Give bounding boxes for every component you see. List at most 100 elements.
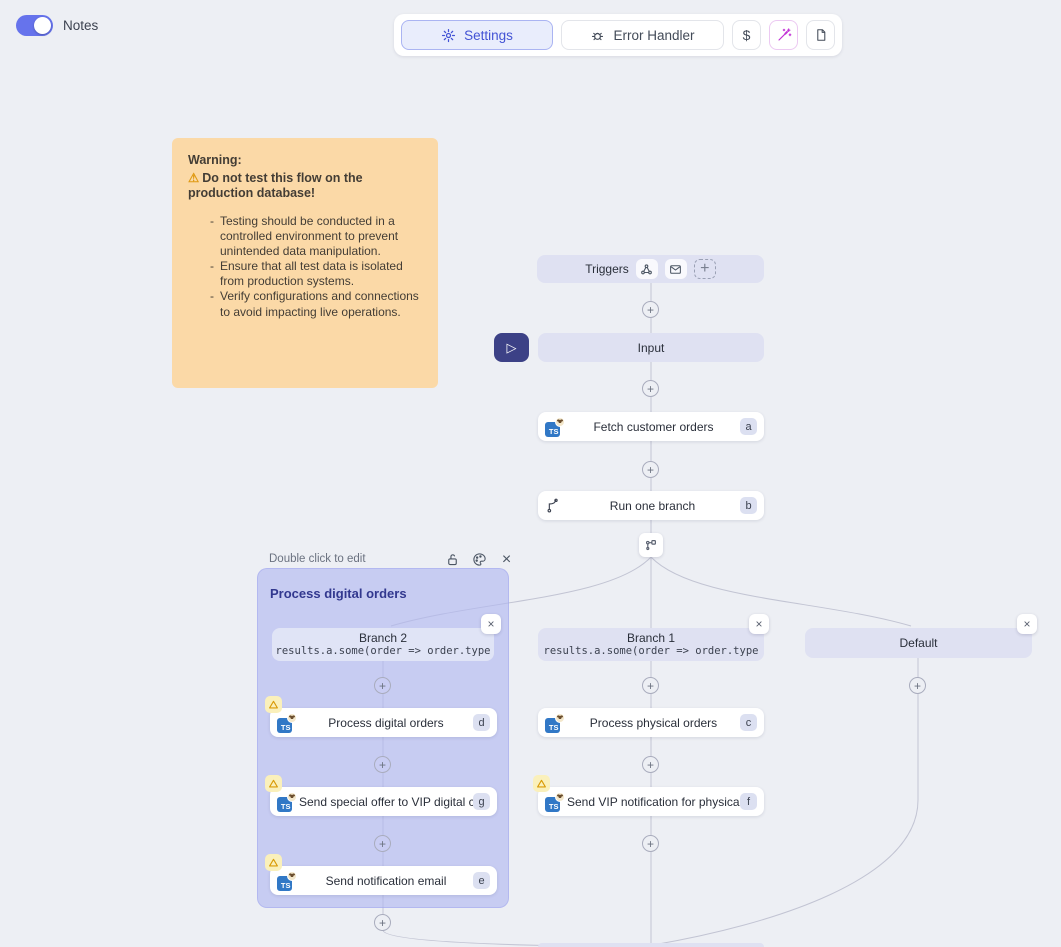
warning-triangle-icon	[268, 699, 279, 710]
node-run-one-branch[interactable]: Run one branch b	[538, 491, 764, 520]
node-process-physical-orders[interactable]: TS Process physical orders c	[538, 708, 764, 737]
run-flow-button[interactable]: ▷	[494, 333, 529, 362]
add-trigger-button[interactable]: +	[694, 259, 716, 279]
branch-condition: results.a.some(order => order.type	[544, 645, 759, 658]
group-edit-hint: Double click to edit	[269, 553, 366, 565]
plus-icon: +	[700, 260, 709, 278]
add-step-button[interactable]: +	[642, 835, 659, 852]
dollar-icon: $	[743, 27, 751, 43]
group-process-digital-orders[interactable]	[257, 568, 509, 908]
settings-button[interactable]: Settings	[401, 20, 553, 50]
branch-title: Branch 2	[359, 631, 407, 645]
dollar-button[interactable]: $	[732, 20, 761, 50]
add-step-button[interactable]: +	[374, 835, 391, 852]
branch-2-label[interactable]: Branch 2 results.a.some(order => order.t…	[272, 628, 494, 661]
bullet-text: Ensure that all test data is isolated fr…	[220, 259, 422, 289]
close-group-icon[interactable]: ×	[498, 551, 515, 568]
next-node-partial[interactable]	[538, 943, 764, 947]
note-bullet: -Verify configurations and connections t…	[188, 289, 422, 319]
warning-icon: ⚠	[188, 171, 199, 185]
add-step-button[interactable]: +	[642, 677, 659, 694]
note-bullet: -Ensure that all test data is isolated f…	[188, 259, 422, 289]
add-step-button[interactable]: +	[374, 914, 391, 931]
magic-wand-icon	[776, 27, 792, 43]
default-branch-label[interactable]: Default	[805, 628, 1032, 658]
error-handler-button[interactable]: Error Handler	[561, 20, 724, 50]
delete-branch-1-button[interactable]: ×	[749, 614, 769, 634]
node-process-digital-orders[interactable]: TS Process digital orders d	[270, 708, 497, 737]
plus-icon: +	[647, 464, 654, 476]
warning-triangle-icon	[268, 857, 279, 868]
unlock-icon[interactable]	[444, 551, 461, 568]
add-step-button[interactable]: +	[642, 756, 659, 773]
add-step-button[interactable]: +	[374, 756, 391, 773]
notes-toggle[interactable]	[16, 15, 53, 36]
email-trigger-chip[interactable]	[665, 259, 687, 279]
step-letter-badge: d	[473, 714, 490, 731]
step-kind-badge	[287, 871, 297, 881]
error-handler-label: Error Handler	[613, 28, 694, 43]
step-letter-badge: b	[740, 497, 757, 514]
split-icon	[644, 538, 658, 552]
note-bullets: -Testing should be conducted in a contro…	[188, 214, 422, 320]
palette-icon[interactable]	[471, 551, 488, 568]
branch-title: Default	[899, 636, 937, 650]
play-icon: ▷	[507, 340, 517, 356]
branch-title: Branch 1	[627, 631, 675, 645]
close-icon: ×	[502, 551, 511, 569]
note-alert-text: Do not test this flow on the production …	[188, 171, 363, 201]
group-title: Process digital orders	[270, 586, 407, 601]
plus-icon: +	[647, 304, 654, 316]
delete-branch-2-button[interactable]: ×	[481, 614, 501, 634]
plus-icon: +	[647, 680, 654, 692]
add-step-button[interactable]: +	[642, 301, 659, 318]
step-letter-badge: g	[473, 793, 490, 810]
warning-triangle-icon	[268, 778, 279, 789]
notes-label: Notes	[63, 18, 98, 33]
document-button[interactable]	[806, 20, 835, 50]
input-node[interactable]: Input	[538, 333, 764, 362]
step-letter-badge: a	[740, 418, 757, 435]
triggers-bar[interactable]: Triggers +	[537, 255, 764, 283]
plus-icon: +	[379, 759, 386, 771]
add-step-button[interactable]: +	[642, 461, 659, 478]
typescript-step-icon: TS	[277, 792, 297, 812]
group-toolbar: ×	[444, 551, 515, 568]
notes-control: Notes	[16, 15, 98, 36]
node-send-notification-email[interactable]: TS Send notification email e	[270, 866, 497, 895]
typescript-step-icon: TS	[545, 417, 565, 437]
plus-icon: +	[647, 383, 654, 395]
close-icon: ×	[487, 617, 494, 631]
magic-wand-button[interactable]	[769, 20, 798, 50]
plus-icon: +	[914, 680, 921, 692]
document-icon	[814, 28, 828, 42]
note-alert: ⚠Do not test this flow on the production…	[188, 171, 422, 202]
warning-badge	[265, 775, 282, 792]
branch-1-label[interactable]: Branch 1 results.a.some(order => order.t…	[538, 628, 764, 661]
triggers-label: Triggers	[585, 262, 629, 276]
branch-split-node[interactable]	[639, 533, 663, 557]
add-step-button[interactable]: +	[374, 677, 391, 694]
node-label: Process digital orders	[299, 716, 473, 730]
typescript-step-icon: TS	[277, 713, 297, 733]
node-send-vip-notification[interactable]: TS Send VIP notification for physical...…	[538, 787, 764, 816]
flow-canvas[interactable]: Notes Settings Error Handler $	[0, 0, 1061, 947]
webhook-trigger-chip[interactable]	[636, 259, 658, 279]
node-fetch-customer-orders[interactable]: TS Fetch customer orders a	[538, 412, 764, 441]
warning-note[interactable]: Warning: ⚠Do not test this flow on the p…	[172, 138, 438, 388]
close-icon: ×	[1023, 617, 1030, 631]
bullet-dash: -	[210, 214, 214, 259]
branch-icon	[545, 498, 565, 514]
connection-wires	[0, 0, 1061, 947]
bug-icon	[590, 28, 605, 43]
close-icon: ×	[755, 617, 762, 631]
bullet-text: Verify configurations and connections to…	[220, 289, 422, 319]
delete-default-branch-button[interactable]: ×	[1017, 614, 1037, 634]
note-bullet: -Testing should be conducted in a contro…	[188, 214, 422, 259]
node-send-special-offer[interactable]: TS Send special offer to VIP digital c..…	[270, 787, 497, 816]
add-step-button[interactable]: +	[909, 677, 926, 694]
step-kind-badge	[287, 713, 297, 723]
plus-icon: +	[647, 838, 654, 850]
bullet-dash: -	[210, 259, 214, 289]
add-step-button[interactable]: +	[642, 380, 659, 397]
